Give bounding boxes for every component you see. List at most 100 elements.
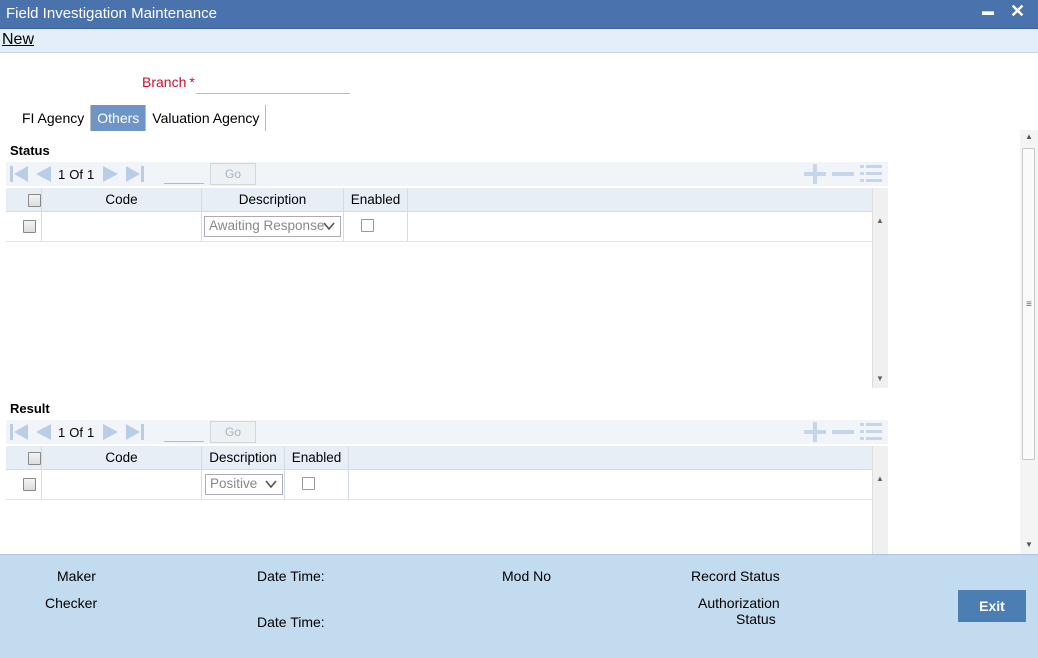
- code-column-header: Code: [42, 446, 202, 469]
- description-select-value: Awaiting Response: [209, 218, 325, 233]
- description-header-text: Description: [209, 450, 277, 465]
- prev-page-icon[interactable]: [32, 164, 54, 184]
- tab-fi-agency[interactable]: FI Agency: [16, 105, 92, 131]
- status-grid-body: [6, 243, 872, 388]
- code-header-text: Code: [105, 192, 138, 207]
- description-select-value: Positive: [210, 476, 258, 491]
- enabled-checkbox[interactable]: [302, 477, 315, 490]
- result-go-button[interactable]: Go: [210, 421, 256, 443]
- result-section-label: Result: [10, 401, 50, 416]
- status-grid-toolbar: 1 Of 1 Go: [6, 162, 888, 186]
- row-select-cell: [6, 212, 42, 241]
- last-page-icon[interactable]: [124, 422, 146, 442]
- page-of: Of: [69, 167, 83, 182]
- status-grid-scrollbar[interactable]: ▲ ▼: [872, 188, 888, 388]
- enabled-header-text: Enabled: [350, 192, 401, 207]
- branch-input[interactable]: [196, 72, 350, 94]
- mod-no-label: Mod No: [502, 568, 552, 584]
- tab-valuation-agency[interactable]: Valuation Agency: [146, 105, 267, 131]
- result-select-all-checkbox[interactable]: [28, 452, 41, 465]
- description-select[interactable]: Awaiting Response: [204, 216, 341, 237]
- delete-row-icon[interactable]: [830, 164, 856, 184]
- next-page-icon[interactable]: [100, 422, 122, 442]
- description-header-text: Description: [238, 192, 307, 207]
- enabled-cell: [285, 470, 349, 499]
- tab-others[interactable]: Others: [91, 105, 147, 131]
- page-total: 1: [86, 167, 95, 182]
- title-bar: Field Investigation Maintenance ▬ ✕: [0, 0, 1038, 29]
- first-page-icon[interactable]: [8, 422, 30, 442]
- add-row-icon[interactable]: [802, 164, 828, 184]
- last-page-icon[interactable]: [124, 164, 146, 184]
- enabled-header-text: Enabled: [291, 450, 342, 465]
- enabled-column-header: Enabled: [344, 188, 408, 211]
- status-goto-page-input[interactable]: [164, 164, 204, 184]
- chevron-down-icon: [322, 219, 336, 236]
- scrollbar-thumb[interactable]: ≡: [1022, 148, 1035, 460]
- scroll-up-icon[interactable]: ▲: [876, 474, 884, 483]
- result-grid-body: [6, 501, 872, 554]
- description-cell: Awaiting Response: [202, 212, 344, 241]
- table-row: Positive: [6, 470, 872, 500]
- enabled-column-header: Enabled: [285, 446, 349, 469]
- status-page-info: 1 Of 1: [58, 167, 98, 182]
- menu-bar: New: [0, 29, 1038, 53]
- enabled-cell: [344, 212, 408, 241]
- single-view-icon[interactable]: [858, 422, 884, 442]
- chevron-down-icon: [264, 477, 278, 494]
- code-header-text: Code: [105, 450, 138, 465]
- new-menu-item[interactable]: New: [2, 31, 34, 49]
- table-row: Awaiting Response: [6, 212, 872, 242]
- grip-icon: ≡: [1026, 299, 1032, 310]
- authorization-status-label: Status: [736, 611, 776, 627]
- description-select[interactable]: Positive: [205, 474, 283, 495]
- description-cell: Positive: [202, 470, 285, 499]
- first-page-icon[interactable]: [8, 164, 30, 184]
- select-all-column: [6, 188, 42, 211]
- scroll-up-icon[interactable]: ▲: [1025, 132, 1033, 141]
- audit-footer: Maker Checker Date Time: Date Time: Mod …: [0, 554, 1038, 658]
- window-title: Field Investigation Maintenance: [6, 5, 217, 22]
- branch-label-text: Branch: [142, 74, 187, 90]
- select-all-column: [6, 446, 42, 469]
- next-page-icon[interactable]: [100, 164, 122, 184]
- checker-date-time-label: Date Time:: [257, 614, 325, 630]
- page-scrollbar[interactable]: ▲ ≡ ▼: [1020, 130, 1038, 554]
- description-column-header: Description: [202, 446, 285, 469]
- close-button[interactable]: ✕: [1010, 1, 1025, 22]
- row-select-checkbox[interactable]: [23, 478, 36, 491]
- status-go-button[interactable]: Go: [210, 163, 256, 185]
- result-page-info: 1 Of 1: [58, 425, 98, 440]
- record-status-label: Record Status: [691, 568, 780, 584]
- add-row-icon[interactable]: [802, 422, 828, 442]
- scroll-down-icon[interactable]: ▼: [1025, 540, 1033, 549]
- maker-label: Maker: [57, 568, 96, 584]
- page-of: Of: [69, 425, 83, 440]
- row-select-checkbox[interactable]: [23, 220, 36, 233]
- description-column-header: Description: [202, 188, 344, 211]
- page-current: 1: [58, 425, 66, 440]
- minimize-button[interactable]: ▬: [982, 4, 994, 18]
- page-total: 1: [86, 425, 95, 440]
- code-cell[interactable]: [42, 470, 202, 499]
- code-column-header: Code: [42, 188, 202, 211]
- prev-page-icon[interactable]: [32, 422, 54, 442]
- code-cell[interactable]: [42, 212, 202, 241]
- result-grid-scrollbar[interactable]: ▲: [872, 446, 888, 554]
- branch-label: Branch *: [142, 74, 195, 90]
- exit-button[interactable]: Exit: [958, 590, 1026, 622]
- enabled-checkbox[interactable]: [361, 219, 374, 232]
- scroll-down-icon[interactable]: ▼: [876, 374, 884, 383]
- result-goto-page-input[interactable]: [164, 422, 204, 442]
- status-grid-header: Code Description Enabled: [6, 188, 888, 212]
- delete-row-icon[interactable]: [830, 422, 856, 442]
- scroll-up-icon[interactable]: ▲: [876, 216, 884, 225]
- result-grid-toolbar: 1 Of 1 Go: [6, 420, 888, 444]
- row-select-cell: [6, 470, 42, 499]
- checker-label: Checker: [45, 595, 98, 611]
- result-grid-header: Code Description Enabled: [6, 446, 888, 470]
- status-select-all-checkbox[interactable]: [28, 194, 41, 207]
- tab-bar: FI Agency Others Valuation Agency: [16, 105, 267, 131]
- single-view-icon[interactable]: [858, 164, 884, 184]
- status-section-label: Status: [10, 143, 50, 158]
